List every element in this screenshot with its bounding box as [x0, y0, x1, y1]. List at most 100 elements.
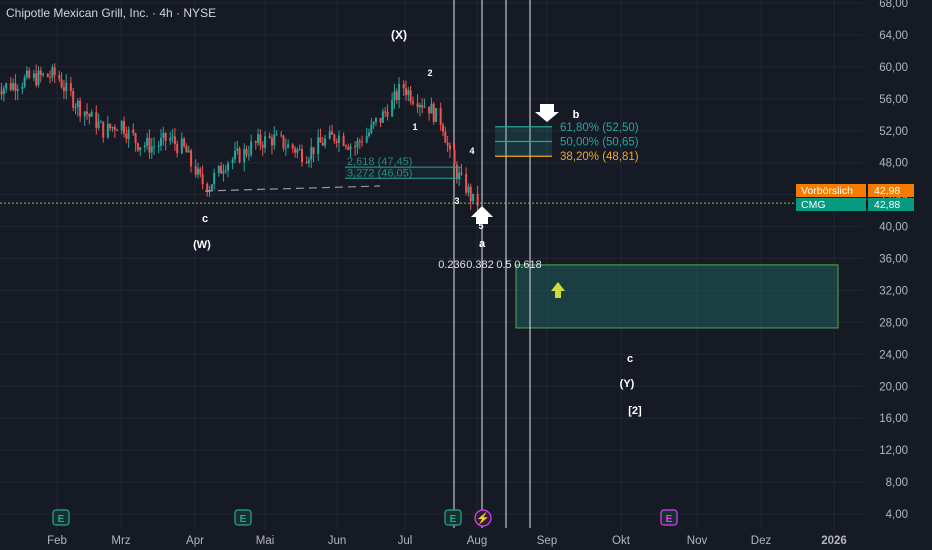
y-tick-label: 4,00 — [886, 509, 908, 521]
candle-body — [324, 138, 327, 146]
candle-body — [173, 136, 176, 145]
candle-body — [148, 138, 151, 153]
candle-body — [296, 149, 299, 153]
candle-body — [294, 148, 297, 153]
candle-body — [331, 131, 334, 135]
candle-body — [123, 121, 126, 134]
x-tick-label: 2026 — [821, 535, 847, 547]
x-tick-label: Dez — [751, 535, 772, 547]
candle-body — [467, 186, 470, 193]
candle-body — [298, 149, 301, 151]
wave-label: 2 — [427, 68, 432, 78]
candle-body — [222, 171, 225, 174]
chart-title: Chipotle Mexican Grill, Inc. · 4h · NYSE — [6, 6, 217, 20]
candle-body — [233, 150, 236, 160]
candle-body — [120, 121, 123, 131]
candle-body — [5, 83, 8, 89]
candle-body — [220, 165, 223, 174]
candle-body — [116, 130, 119, 132]
candle-body — [386, 111, 389, 117]
candle-body — [264, 136, 267, 148]
candle-body — [428, 106, 431, 114]
candle-body — [74, 107, 77, 109]
candle-body — [160, 137, 163, 146]
candle-body — [23, 77, 26, 87]
candle-body — [356, 140, 359, 148]
candle-body — [49, 77, 52, 79]
y-tick-label: 36,00 — [879, 254, 908, 266]
candle-body — [411, 101, 414, 104]
candle-body — [379, 117, 382, 123]
candle-body — [53, 67, 56, 75]
price-chart[interactable]: 68,00 64,00 60,00 56,00 52,00 48,00 4 4,00 40,00… — [0, 0, 932, 550]
x-tick-label: Aug — [467, 535, 487, 547]
candle-body — [102, 121, 105, 138]
dividend-event-label: ⚡ — [476, 512, 490, 525]
candle-body — [109, 123, 112, 129]
candle-body — [32, 73, 35, 78]
target-zone — [515, 264, 839, 329]
candle-body — [90, 112, 93, 117]
y-tick-label: 64,00 — [879, 30, 908, 42]
candle-body — [37, 70, 40, 86]
candle-body — [418, 105, 421, 108]
candle-body — [344, 145, 347, 147]
fib-time-label: 0.5 — [496, 259, 511, 271]
candle-body — [180, 138, 183, 154]
candle-body — [162, 132, 165, 138]
earnings-event-label: E — [58, 514, 65, 525]
candle-body — [95, 112, 98, 128]
candle-body — [261, 144, 264, 148]
candle-body — [273, 134, 276, 146]
candle-body — [51, 67, 54, 78]
candle-body — [2, 88, 5, 95]
candle-body — [227, 163, 230, 171]
candle-body — [16, 88, 19, 92]
candle-body — [106, 123, 109, 138]
wave-label: 1 — [412, 122, 417, 132]
candle-body — [310, 147, 313, 160]
candle-body — [42, 73, 45, 76]
candle-body — [12, 83, 15, 90]
wave-label: b — [573, 109, 580, 121]
candle-body — [231, 159, 234, 164]
candle-body — [393, 91, 396, 101]
candle-body — [254, 141, 257, 143]
candle-body — [136, 143, 139, 151]
candle-body — [407, 90, 410, 96]
candle-body — [365, 136, 368, 143]
candle-body — [127, 129, 130, 139]
candle-body — [319, 137, 322, 143]
candle-body — [111, 127, 114, 129]
candle-body — [113, 127, 116, 131]
candle-body — [190, 150, 193, 167]
candle-body — [65, 82, 68, 92]
candle-body — [391, 100, 394, 117]
candle-body — [421, 105, 424, 108]
candle-body — [423, 106, 426, 108]
candle-body — [430, 103, 433, 114]
candle-body — [245, 148, 248, 155]
candle-body — [39, 70, 42, 76]
y-tick-label: 52,00 — [879, 126, 908, 138]
x-tick-label: Apr — [186, 535, 204, 547]
candle-body — [268, 136, 271, 138]
candle-body — [153, 146, 156, 148]
y-tick-label: 40,00 — [879, 222, 908, 234]
candle-body — [284, 147, 287, 149]
candle-body — [301, 149, 303, 163]
candle-body — [259, 134, 262, 145]
wave-label: c — [627, 353, 633, 365]
wave-label: 5 — [478, 221, 483, 231]
candle-body — [402, 83, 405, 89]
fib-retracement-label: 38,20% (48,81) — [560, 151, 639, 163]
candle-body — [374, 117, 377, 122]
x-tick-label: Feb — [47, 535, 67, 547]
candle-body — [270, 137, 273, 146]
candle-body — [446, 142, 449, 146]
y-tick-label: 68,00 — [879, 0, 908, 10]
candle-body — [146, 138, 149, 146]
candle-body — [132, 129, 135, 134]
candle-body — [134, 133, 137, 144]
candle-body — [236, 148, 239, 151]
